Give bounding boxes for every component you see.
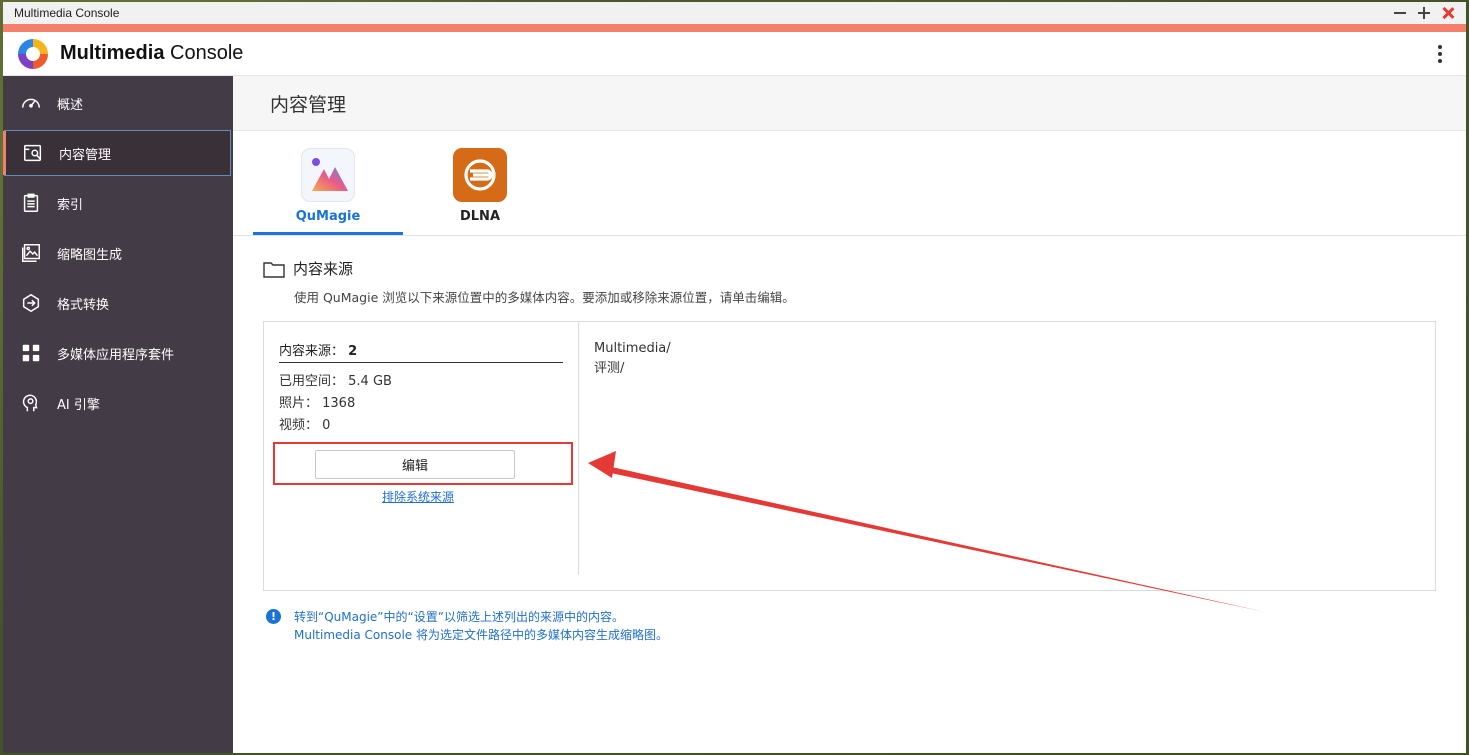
tab-label: DLNA xyxy=(459,209,500,224)
list-item: 评测/ xyxy=(594,361,625,376)
more-options-icon[interactable] xyxy=(1438,44,1442,63)
sidebar-item-label: 索引 xyxy=(57,197,84,213)
note-line: 转到“QuMagie”中的“设置”以筛选上述列出的来源中的内容。 xyxy=(294,610,624,624)
minimize-icon[interactable] xyxy=(1394,7,1406,19)
sidebar: 概述 内容管理 索引 缩略图生成 格式转换 多媒体应用程序套件 AI 引擎 xyxy=(3,76,233,753)
source-list: Multimedia/ 评测/ xyxy=(594,339,671,379)
source-stats-pane: 内容来源： 2 已用空间： 5.4 GB 照片： 1368 视频： 0 编辑 排… xyxy=(264,322,579,575)
info-icon xyxy=(266,609,281,624)
tab-dlna[interactable]: DLNA xyxy=(405,148,555,224)
transcode-icon xyxy=(19,291,43,315)
video-count: 视频： 0 xyxy=(279,418,331,433)
list-item: Multimedia/ xyxy=(594,341,671,356)
section-description: 使用 QuMagie 浏览以下来源位置中的多媒体内容。要添加或移除来源位置，请单… xyxy=(294,290,795,305)
maximize-icon[interactable] xyxy=(1418,7,1430,19)
sidebar-item-label: 概述 xyxy=(57,97,84,113)
folder-icon xyxy=(263,261,285,278)
annotation-highlight-box: 编辑 xyxy=(273,442,573,485)
sidebar-item-content-management[interactable]: 内容管理 xyxy=(3,130,231,176)
photo-count: 照片： 1368 xyxy=(279,396,356,411)
sidebar-item-label: 格式转换 xyxy=(57,297,110,313)
app-title: Multimedia Console xyxy=(60,42,244,64)
sidebar-item-label: 多媒体应用程序套件 xyxy=(57,347,175,363)
window-title: Multimedia Console xyxy=(14,6,120,20)
clipboard-icon xyxy=(19,191,43,215)
sidebar-item-index[interactable]: 索引 xyxy=(3,180,233,226)
app-tabs: QuMagie DLNA xyxy=(233,131,1466,236)
app-window: Multimedia Console Multimedia Console 概述… xyxy=(3,2,1466,753)
sidebar-item-label: 内容管理 xyxy=(59,147,112,163)
close-icon[interactable] xyxy=(1442,7,1454,19)
sidebar-item-transcode[interactable]: 格式转换 xyxy=(3,280,233,326)
exclude-system-sources-link[interactable]: 排除系统来源 xyxy=(382,488,454,505)
sidebar-item-ai-engine[interactable]: AI 引擎 xyxy=(3,380,233,426)
tab-label: QuMagie xyxy=(295,209,361,224)
info-note: 转到“QuMagie”中的“设置”以筛选上述列出的来源中的内容。 Multime… xyxy=(266,608,668,644)
image-icon xyxy=(19,241,43,265)
section-title: 内容来源 xyxy=(293,260,354,278)
window-titlebar: Multimedia Console xyxy=(3,2,1466,24)
note-line: Multimedia Console 将为选定文件路径中的多媒体内容生成缩略图。 xyxy=(294,628,668,642)
app-header: Multimedia Console xyxy=(3,32,1466,76)
sidebar-item-label: 缩略图生成 xyxy=(57,247,123,263)
app-logo-icon xyxy=(18,38,48,69)
tab-qumagie[interactable]: QuMagie xyxy=(253,148,403,235)
content-source-section: 内容来源 使用 QuMagie 浏览以下来源位置中的多媒体内容。要添加或移除来源… xyxy=(263,258,1436,306)
accent-bar xyxy=(3,24,1466,32)
page-title: 内容管理 xyxy=(233,76,1466,131)
sidebar-item-app-suite[interactable]: 多媒体应用程序套件 xyxy=(3,330,233,376)
main-content: 内容管理 QuMagie DLNA 内容来源 使用 QuMagie 浏览以下来源… xyxy=(233,76,1466,753)
content-manage-icon xyxy=(21,141,45,165)
gauge-icon xyxy=(19,91,43,115)
sidebar-item-overview[interactable]: 概述 xyxy=(3,80,233,126)
used-space: 已用空间： 5.4 GB xyxy=(279,374,392,389)
ai-head-icon xyxy=(19,391,43,415)
source-panel: 内容来源： 2 已用空间： 5.4 GB 照片： 1368 视频： 0 编辑 排… xyxy=(263,321,1436,591)
qumagie-icon xyxy=(301,148,355,202)
dlna-icon xyxy=(453,148,507,202)
sidebar-item-label: AI 引擎 xyxy=(57,397,100,413)
edit-button[interactable]: 编辑 xyxy=(315,450,515,479)
grid-icon xyxy=(19,341,43,365)
source-count: 内容来源： 2 xyxy=(279,340,563,363)
sidebar-item-thumbnail[interactable]: 缩略图生成 xyxy=(3,230,233,276)
